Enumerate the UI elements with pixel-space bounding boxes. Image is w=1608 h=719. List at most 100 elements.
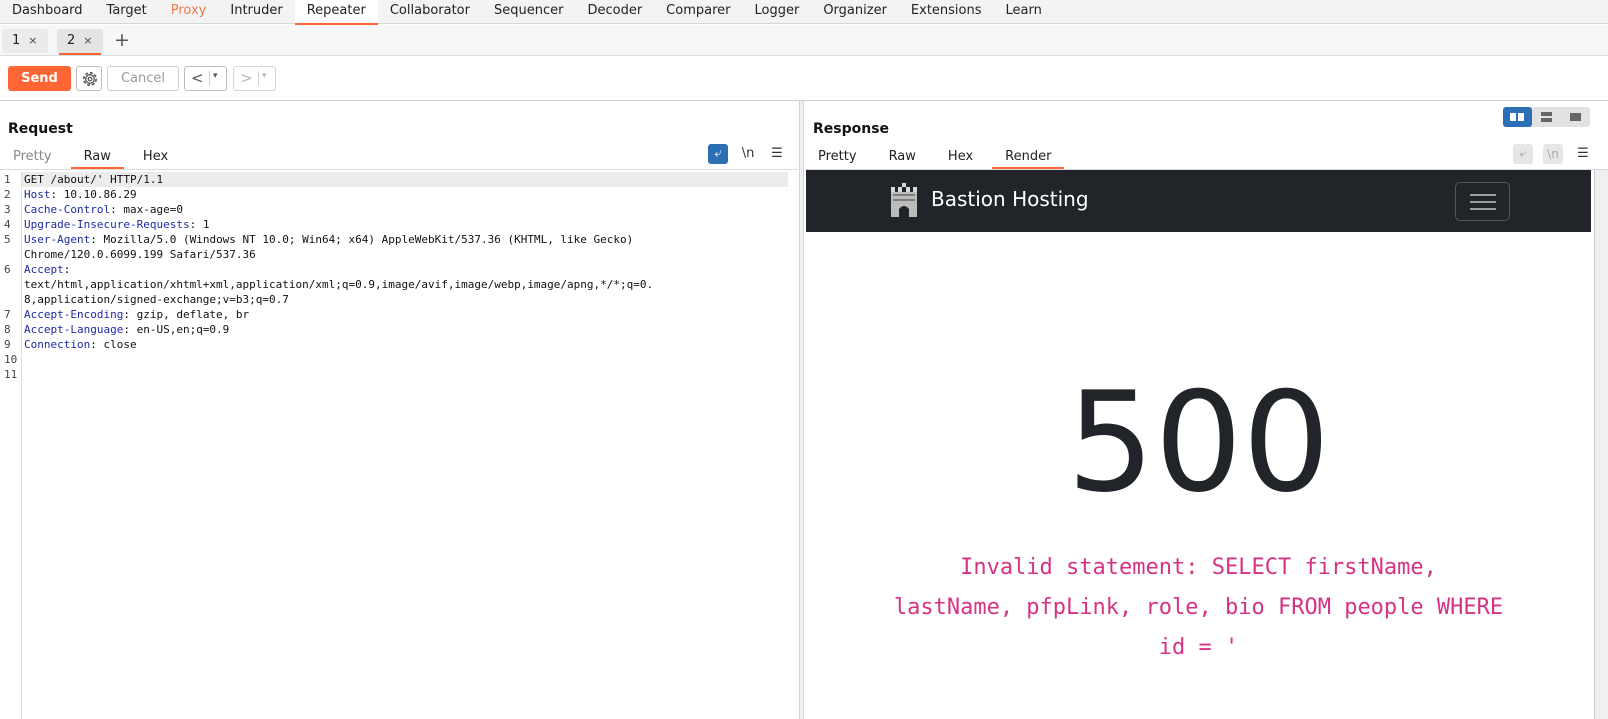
settings-button[interactable] — [76, 66, 102, 91]
line-number: 8 — [4, 323, 11, 336]
newline-toggle-icon[interactable]: \n — [1543, 144, 1563, 164]
chevron-left-icon: < — [191, 69, 204, 87]
chevron-right-icon: > — [240, 69, 253, 87]
panel-splitter[interactable] — [799, 101, 804, 719]
layout-side-by-side-button[interactable] — [1503, 107, 1532, 127]
response-panel-title: Response — [813, 121, 890, 137]
navbar-toggle-button[interactable] — [1455, 182, 1510, 221]
close-icon[interactable]: × — [28, 34, 37, 47]
forward-button[interactable]: > ▾ — [233, 66, 276, 91]
hamburger-icon-bar — [1470, 201, 1496, 203]
render-scrollbar[interactable] — [1594, 170, 1608, 719]
header-name: Accept — [24, 263, 64, 276]
header-name: Accept-Language — [24, 323, 124, 336]
menu-organizer[interactable]: Organizer — [811, 0, 899, 24]
header-value: : Mozilla/5.0 (Windows NT 10.0; Win64; x… — [90, 233, 634, 246]
main-menu-bar: Dashboard Target Proxy Intruder Repeater… — [0, 0, 1608, 25]
repeater-tab-2[interactable]: 2 × — [57, 29, 103, 55]
chevron-down-icon[interactable]: ▾ — [213, 71, 218, 81]
repeater-toolbar: Send Cancel < ▾ > ▾ — [0, 57, 1608, 101]
status-code-heading: 500 — [1066, 362, 1331, 523]
line-number: 6 — [4, 263, 11, 276]
send-button[interactable]: Send — [8, 66, 71, 91]
response-view-tabs: Pretty Raw Hex Render — [805, 146, 1065, 170]
menu-repeater[interactable]: Repeater — [294, 0, 378, 25]
request-tab-pretty[interactable]: Pretty — [0, 146, 65, 168]
castle-logo-icon — [891, 183, 917, 217]
menu-decoder[interactable]: Decoder — [575, 0, 654, 24]
request-tab-hex[interactable]: Hex — [130, 146, 181, 168]
layout-toggle-group — [1503, 107, 1590, 127]
menu-sequencer[interactable]: Sequencer — [482, 0, 575, 24]
menu-comparer[interactable]: Comparer — [654, 0, 742, 24]
repeater-tab-row: 1 × 2 × — [0, 25, 1608, 56]
menu-target[interactable]: Target — [95, 0, 159, 24]
request-editor[interactable]: 1 GET /about/' HTTP/1.1 2 Host: 10.10.86.2… — [0, 172, 790, 719]
hamburger-icon — [1470, 194, 1496, 196]
header-value: 8,application/signed-exchange;v=b3;q=0.7 — [24, 293, 289, 306]
repeater-tab-label: 1 — [12, 33, 21, 48]
line-number: 9 — [4, 338, 11, 351]
error-line: id = ' — [1158, 635, 1239, 660]
response-render-view[interactable]: Bastion Hosting 500 Invalid statement: S… — [806, 170, 1591, 719]
header-value: : close — [90, 338, 137, 351]
menu-logger[interactable]: Logger — [743, 0, 812, 24]
newline-toggle-icon[interactable]: \n — [738, 144, 758, 164]
response-tab-hex[interactable]: Hex — [935, 146, 986, 168]
request-tabs-underline — [0, 169, 798, 170]
menu-extensions[interactable]: Extensions — [899, 0, 994, 24]
response-tab-render[interactable]: Render — [992, 146, 1065, 169]
menu-dashboard[interactable]: Dashboard — [0, 0, 95, 24]
header-value: : max-age=0 — [110, 203, 183, 216]
request-view-tabs: Pretty Raw Hex — [0, 146, 181, 170]
add-tab-icon[interactable]: + — [114, 30, 130, 50]
cancel-button[interactable]: Cancel — [107, 66, 179, 91]
header-value: : 1 — [189, 218, 210, 231]
line-number: 1 — [4, 173, 11, 186]
menu-learn[interactable]: Learn — [994, 0, 1054, 24]
repeater-tab-1[interactable]: 1 × — [2, 29, 48, 53]
menu-proxy[interactable]: Proxy — [159, 0, 219, 24]
header-value: GET /about/' HTTP/1.1 — [24, 173, 164, 186]
header-name: User-Agent — [24, 233, 91, 246]
gear-icon — [83, 72, 97, 86]
menu-intruder[interactable]: Intruder — [218, 0, 294, 24]
header-value: Chrome/120.0.6099.199 Safari/537.36 — [24, 248, 256, 261]
response-tab-pretty[interactable]: Pretty — [805, 146, 870, 168]
hamburger-icon-bar — [1470, 208, 1496, 210]
line-number: 10 — [4, 353, 18, 366]
line-number: 3 — [4, 203, 11, 216]
separator — [258, 71, 259, 86]
layout-tabs-button[interactable] — [1561, 107, 1590, 127]
repeater-tab-label: 2 — [67, 33, 76, 48]
close-icon[interactable]: × — [83, 34, 92, 47]
chevron-down-icon[interactable]: ▾ — [262, 71, 267, 81]
back-button[interactable]: < ▾ — [184, 66, 227, 91]
header-name: Cache-Control — [24, 203, 111, 216]
line-number: 5 — [4, 233, 11, 246]
request-panel-title: Request — [8, 121, 73, 137]
layout-stacked-button[interactable] — [1532, 107, 1561, 127]
word-wrap-icon[interactable]: ⤶ — [1513, 144, 1533, 164]
header-name: Host — [24, 188, 51, 201]
error-line: lastName, pfpLink, role, bio FROM people… — [893, 595, 1504, 620]
line-number: 7 — [4, 308, 11, 321]
menu-icon[interactable]: ☰ — [767, 144, 787, 164]
header-name: Connection — [24, 338, 91, 351]
request-tab-raw[interactable]: Raw — [70, 146, 125, 169]
site-brand-name[interactable]: Bastion Hosting — [931, 187, 1089, 211]
menu-icon[interactable]: ☰ — [1573, 144, 1593, 164]
menu-collaborator[interactable]: Collaborator — [378, 0, 482, 24]
line-number: 4 — [4, 218, 11, 231]
line-number-gutter — [0, 172, 22, 719]
site-navbar: Bastion Hosting — [806, 170, 1591, 232]
header-value: text/html,application/xhtml+xml,applicat… — [24, 278, 654, 291]
response-tab-raw[interactable]: Raw — [876, 146, 929, 168]
error-line: Invalid statement: SELECT firstName, — [960, 555, 1437, 580]
header-value: : — [63, 263, 71, 276]
header-value: : 10.10.86.29 — [50, 188, 137, 201]
word-wrap-icon[interactable]: ⤶ — [708, 144, 728, 164]
header-value: : en-US,en;q=0.9 — [123, 323, 230, 336]
line-number: 11 — [4, 368, 18, 381]
header-value: : gzip, deflate, br — [123, 308, 250, 321]
